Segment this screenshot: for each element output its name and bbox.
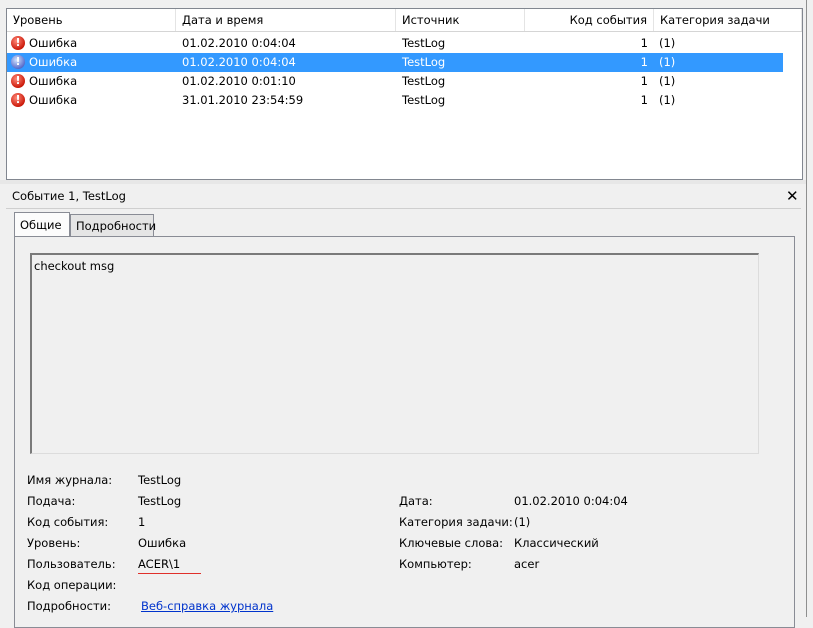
- table-row[interactable]: ! Ошибка 01.02.2010 0:01:10 TestLog 1 (1…: [7, 72, 783, 91]
- row-event-code: 1: [640, 36, 648, 50]
- log-name-value: TestLog: [138, 473, 182, 487]
- row-level: Ошибка: [29, 74, 78, 88]
- row-event-code: 1: [640, 93, 648, 107]
- row-event-code: 1: [640, 74, 648, 88]
- error-icon: !: [11, 74, 25, 88]
- table-row[interactable]: ! Ошибка 31.01.2010 23:54:59 TestLog 1 (…: [7, 91, 783, 110]
- row-level: Ошибка: [29, 36, 78, 50]
- row-task-category: (1): [659, 93, 676, 107]
- user-underline-annotation: [138, 573, 201, 574]
- row-datetime: 31.01.2010 23:54:59: [182, 93, 304, 107]
- column-header-datetime[interactable]: Дата и время: [176, 9, 396, 31]
- row-level: Ошибка: [29, 93, 78, 107]
- date-value: 01.02.2010 0:04:04: [514, 494, 628, 508]
- online-help-link[interactable]: Веб-справка журнала: [141, 599, 273, 613]
- source-value: TestLog: [138, 494, 182, 508]
- log-name-label: Имя журнала:: [27, 473, 113, 487]
- column-header-event-code[interactable]: Код события: [525, 9, 654, 31]
- detail-header: Событие 1, TestLog ✕: [6, 186, 801, 209]
- row-datetime: 01.02.2010 0:04:04: [182, 55, 296, 69]
- event-message-text: checkout msg: [34, 259, 115, 273]
- error-icon: !: [11, 55, 25, 69]
- error-icon: !: [11, 93, 25, 107]
- row-source: TestLog: [402, 36, 446, 50]
- keywords-value: Классический: [514, 536, 599, 550]
- detail-title: Событие 1, TestLog: [12, 189, 126, 203]
- row-source: TestLog: [402, 93, 446, 107]
- computer-label: Компьютер:: [399, 557, 472, 571]
- row-task-category: (1): [659, 36, 676, 50]
- task-category-value: (1): [514, 515, 531, 529]
- event-code-label: Код события:: [27, 515, 109, 529]
- source-label: Подача:: [27, 494, 76, 508]
- level-label: Уровень:: [27, 536, 81, 550]
- close-icon[interactable]: ✕: [786, 187, 799, 205]
- row-level: Ошибка: [29, 55, 78, 69]
- row-source: TestLog: [402, 55, 446, 69]
- tab-general[interactable]: Общие: [14, 212, 70, 236]
- details-label: Подробности:: [27, 599, 111, 613]
- row-datetime: 01.02.2010 0:01:10: [182, 74, 296, 88]
- user-value: ACER\1: [138, 557, 181, 571]
- computer-value: acer: [514, 557, 540, 571]
- row-task-category: (1): [659, 74, 676, 88]
- event-message-box[interactable]: checkout msg: [30, 253, 759, 454]
- tab-details[interactable]: Подробности: [70, 214, 156, 236]
- event-code-value: 1: [138, 515, 146, 529]
- keywords-label: Ключевые слова:: [399, 536, 504, 550]
- column-header-source[interactable]: Источник: [396, 9, 525, 31]
- date-label: Дата:: [399, 494, 433, 508]
- row-datetime: 01.02.2010 0:04:04: [182, 36, 296, 50]
- column-header-task-category[interactable]: Категория задачи: [654, 9, 802, 31]
- level-value: Ошибка: [138, 536, 187, 550]
- pane-splitter[interactable]: [0, 180, 806, 184]
- error-icon: !: [11, 36, 25, 50]
- row-source: TestLog: [402, 74, 446, 88]
- column-header-level[interactable]: Уровень: [7, 9, 176, 31]
- user-label: Пользователь:: [27, 557, 116, 571]
- table-row-selected[interactable]: ! Ошибка 01.02.2010 0:04:04 TestLog 1 (1…: [7, 53, 783, 72]
- table-row[interactable]: ! Ошибка 01.02.2010 0:04:04 TestLog 1 (1…: [7, 34, 783, 53]
- row-task-category: (1): [659, 55, 676, 69]
- event-list[interactable]: Уровень Дата и время Источник Код событи…: [6, 8, 803, 180]
- opcode-label: Код операции:: [27, 578, 117, 592]
- list-header: Уровень Дата и время Источник Код событи…: [7, 9, 802, 32]
- row-event-code: 1: [640, 55, 648, 69]
- task-category-label: Категория задачи:: [399, 515, 513, 529]
